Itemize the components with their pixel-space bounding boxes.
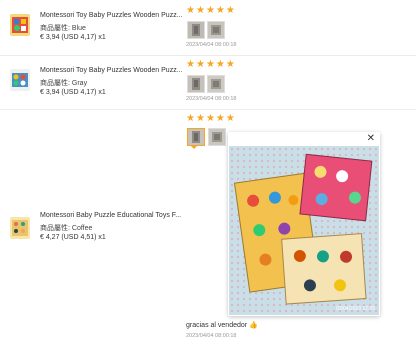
attribute-label: 商品屬性: [40,225,70,232]
price-usd: (USD 4,51) [61,234,97,241]
review-photo[interactable] [207,75,225,93]
divider [0,55,416,56]
quantity: x1 [98,34,106,41]
review-photo[interactable] [208,128,226,146]
star-icon: ★ [205,59,215,70]
review-photo-selected[interactable] [187,128,205,146]
price-eur: € 3,94 [40,34,60,41]
review-photo[interactable] [187,75,205,93]
star-icon: ★ [186,113,195,124]
review-photo[interactable] [207,21,225,39]
star-rating: ★ ★ ★ ★ ★ [186,114,235,124]
product-price: € 4,27 (USD 4,51) x1 [40,234,106,241]
star-icon: ★ [225,5,235,16]
star-icon: ★ [186,59,195,70]
product-price: € 3,94 (USD 4,17) x1 [40,34,106,41]
price-usd: (USD 4,17) [61,89,97,96]
product-price: € 3,94 (USD 4,17) x1 [40,89,106,96]
attribute-label: 商品屬性: [40,25,70,32]
product-thumbnail[interactable] [10,69,30,91]
star-icon: ★ [195,113,205,124]
photo-preview-popup: ✕ 03/04/2023 12:25 [228,132,380,316]
close-icon[interactable]: ✕ [367,134,375,144]
star-icon: ★ [186,5,195,16]
product-attribute: 商品屬性: Coffee [40,223,92,233]
review-date: 2023/04/04 08:00:18 [186,42,237,48]
price-eur: € 3,94 [40,89,60,96]
attribute-value: Blue [71,25,86,32]
star-icon: ★ [195,5,205,16]
product-title[interactable]: Montessori Toy Baby Puzzles Wooden Puzz.… [40,67,183,74]
review-date: 2023/04/04 08:00:18 [186,96,237,102]
star-icon: ★ [215,59,225,70]
photo-timestamp: 03/04/2023 12:25 [336,306,375,312]
review-text: gracias al vendedor 👍 [186,322,258,329]
attribute-value: Gray [71,80,88,87]
review-photo[interactable] [187,21,205,39]
star-rating: ★ ★ ★ ★ ★ [186,60,235,70]
quantity: x1 [98,234,106,241]
star-icon: ★ [225,59,235,70]
star-icon: ★ [225,113,235,124]
attribute-label: 商品屬性: [40,80,70,87]
product-attribute: 商品屬性: Blue [40,23,86,33]
star-icon: ★ [195,59,205,70]
star-rating: ★ ★ ★ ★ ★ [186,6,235,16]
review-date: 2023/04/04 08:00:18 [186,333,237,339]
product-attribute: 商品屬性: Gray [40,78,87,88]
quantity: x1 [98,89,106,96]
price-usd: (USD 4,17) [61,34,97,41]
product-thumbnail[interactable] [10,217,30,239]
product-title[interactable]: Montessori Baby Puzzle Educational Toys … [40,212,181,219]
divider [0,109,416,110]
product-thumbnail[interactable] [10,14,30,36]
attribute-value: Coffee [71,225,93,232]
star-icon: ★ [205,5,215,16]
product-title[interactable]: Montessori Toy Baby Puzzles Wooden Puzz.… [40,12,183,19]
star-icon: ★ [215,5,225,16]
star-icon: ★ [215,113,225,124]
selected-caret [190,145,198,149]
star-icon: ★ [205,113,215,124]
price-eur: € 4,27 [40,234,60,241]
preview-image: 03/04/2023 12:25 [229,146,379,315]
